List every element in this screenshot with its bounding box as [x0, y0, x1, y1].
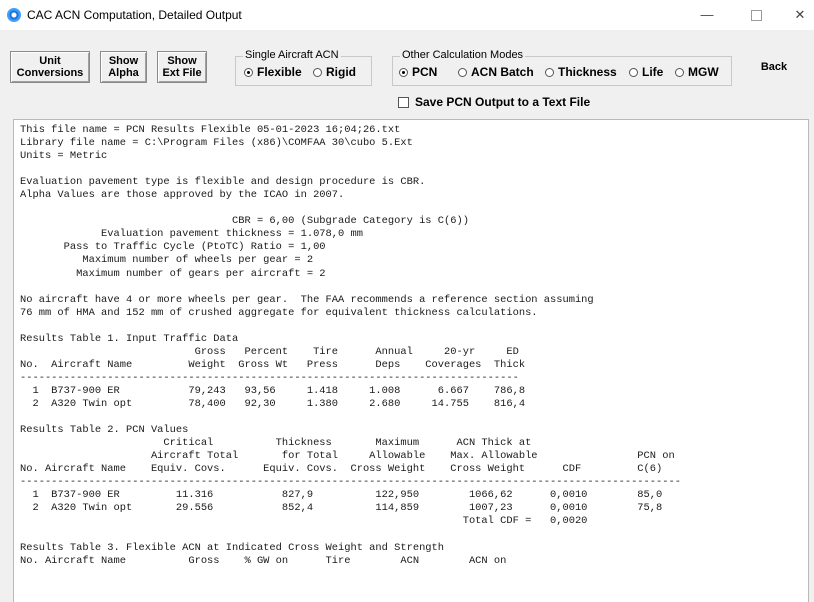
rigid-radio[interactable]: Rigid	[313, 65, 356, 79]
mgw-radio[interactable]: MGW	[675, 65, 719, 79]
output-line: 2 A320 Twin opt 78,400 92,30 1.380 2.680…	[20, 397, 526, 410]
save-pcn-checkbox[interactable]: Save PCN Output to a Text File	[398, 95, 590, 109]
output-line: No. Aircraft Name Weight Gross Wt Press …	[20, 358, 526, 371]
single-aircraft-acn-group: Single Aircraft ACN Flexible Rigid	[235, 49, 372, 86]
output-line: Gross Percent Tire Annual 20-yr ED	[20, 345, 519, 358]
output-line: No aircraft have 4 or more wheels per ge…	[20, 293, 594, 306]
radio-indicator	[399, 67, 408, 77]
radio-indicator	[244, 67, 253, 77]
radio-indicator	[629, 67, 638, 77]
output-line: Pass to Traffic Cycle (PtoTC) Ratio = 1,…	[20, 241, 326, 254]
flexible-label: Flexible	[257, 65, 302, 79]
back-button[interactable]: Back	[742, 51, 806, 83]
save-pcn-label: Save PCN Output to a Text File	[415, 95, 591, 109]
single-aircraft-acn-title: Single Aircraft ACN	[243, 49, 341, 61]
output-line: No. Aircraft Name Equiv. Covs. Equiv. Co…	[20, 463, 663, 476]
maximize-icon	[750, 10, 762, 22]
life-label: Life	[642, 65, 664, 79]
radio-indicator	[545, 67, 554, 77]
output-line: This file name = PCN Results Flexible 05…	[20, 124, 401, 136]
radio-indicator	[675, 67, 684, 77]
other-calculation-modes-group: Other Calculation Modes PCN ACN Batch Th…	[392, 49, 732, 86]
output-line: Results Table 1. Input Traffic Data	[20, 332, 239, 345]
output-line: Maximum number of gears per aircraft = 2	[20, 267, 326, 280]
checkbox-box	[398, 96, 409, 108]
output-line: Library file name = C:\Program Files (x8…	[20, 137, 413, 150]
output-line: Critical Thickness Maximum ACN Thick at	[20, 437, 532, 450]
radio-indicator	[313, 67, 322, 77]
output-line: 2 A320 Twin opt 29.556 852,4 114,859 100…	[20, 502, 663, 515]
output-line: CBR = 6,00 (Subgrade Category is C(6))	[20, 215, 469, 228]
title-bar: CAC ACN Computation, Detailed Output — ✕	[0, 0, 814, 30]
other-calculation-modes-title: Other Calculation Modes	[400, 49, 526, 61]
output-line: Evaluation pavement thickness = 1.078,0 …	[20, 228, 363, 241]
show-ext-file-button[interactable]: Show Ext File	[157, 51, 207, 83]
output-line: No. Aircraft Name Gross % GW on Tire ACN…	[20, 554, 507, 567]
rigid-label: Rigid	[326, 65, 356, 79]
minimize-button[interactable]: —	[692, 4, 722, 26]
output-line: Results Table 2. PCN Values	[20, 424, 189, 437]
app-icon	[7, 8, 21, 22]
output-line: Evaluation pavement type is flexible and…	[20, 176, 426, 189]
output-text-area[interactable]: This file name = PCN Results Flexible 05…	[13, 119, 809, 602]
output-line: Aircraft Total for Total Allowable Max. …	[20, 450, 675, 463]
window-title: CAC ACN Computation, Detailed Output	[27, 8, 242, 22]
output-line: 76 mm of HMA and 152 mm of crushed aggre…	[20, 306, 538, 319]
acn-batch-radio[interactable]: ACN Batch	[458, 65, 534, 79]
mgw-label: MGW	[688, 65, 719, 79]
output-text: This file name = PCN Results Flexible 05…	[14, 120, 808, 568]
output-line: ----------------------------------------…	[20, 371, 519, 384]
radio-indicator	[458, 67, 467, 77]
acn-batch-label: ACN Batch	[471, 65, 534, 79]
output-line: Results Table 3. Flexible ACN at Indicat…	[20, 541, 445, 554]
pcn-radio[interactable]: PCN	[399, 65, 437, 79]
output-line: Alpha Values are those approved by the I…	[20, 189, 345, 202]
life-radio[interactable]: Life	[629, 65, 663, 79]
close-button[interactable]: ✕	[785, 4, 814, 26]
thickness-label: Thickness	[558, 65, 617, 79]
maximize-button[interactable]	[741, 4, 771, 26]
output-line: 1 B737-900 ER 11.316 827,9 122,950 1066,…	[20, 489, 663, 502]
unit-conversions-button[interactable]: Unit Conversions	[10, 51, 90, 83]
thickness-radio[interactable]: Thickness	[545, 65, 617, 79]
show-alpha-button[interactable]: Show Alpha	[100, 51, 147, 83]
output-line: ----------------------------------------…	[20, 476, 681, 489]
output-line: Maximum number of wheels per gear = 2	[20, 254, 314, 267]
pcn-label: PCN	[412, 65, 438, 79]
output-line: Total CDF = 0,0020	[20, 515, 588, 528]
flexible-radio[interactable]: Flexible	[244, 65, 302, 79]
output-line: 1 B737-900 ER 79,243 93,56 1.418 1.008 6…	[20, 384, 526, 397]
output-line: Units = Metric	[20, 150, 108, 163]
